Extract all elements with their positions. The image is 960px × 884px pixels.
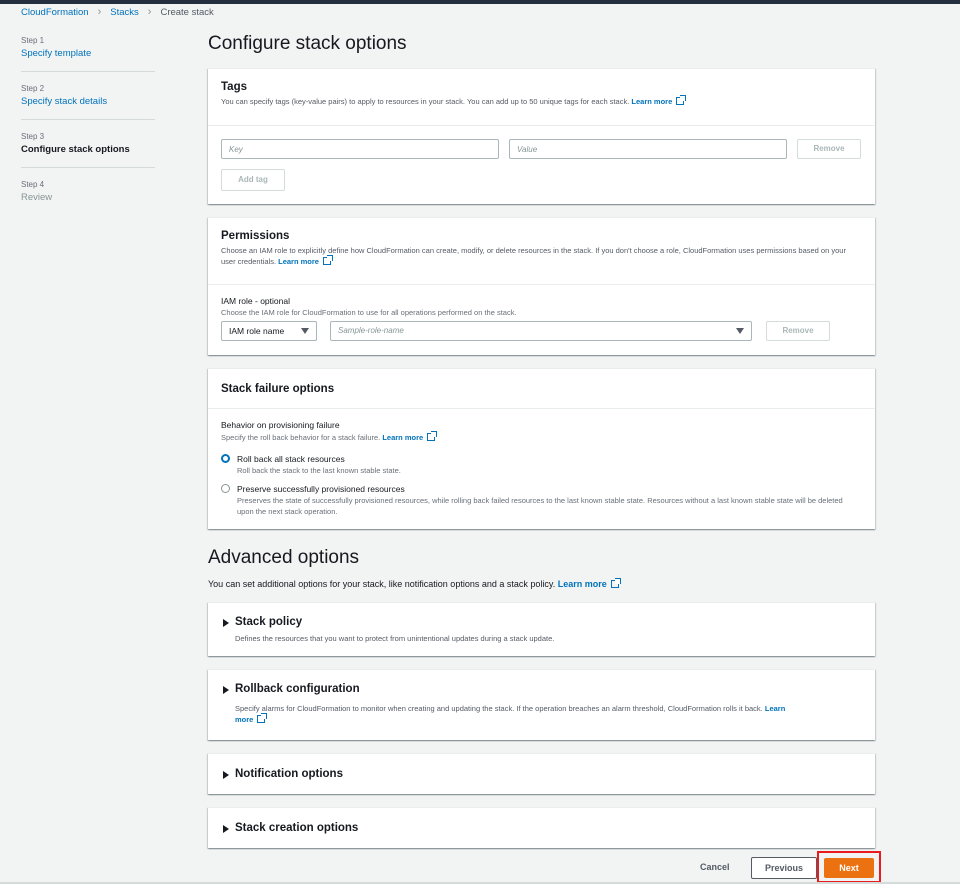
permissions-panel: Permissions Choose an IAM role to explic…: [208, 217, 875, 355]
stack-policy-section[interactable]: Stack policy Defines the resources that …: [208, 602, 875, 656]
iam-role-type-select[interactable]: IAM role name: [221, 321, 317, 341]
tags-title: Tags: [221, 81, 247, 93]
step-number: Step 1: [21, 36, 45, 45]
tags-header: Tags You can specify tags (key-value pai…: [208, 69, 875, 126]
chevron-right-icon: ›: [97, 6, 102, 18]
external-link-icon: [676, 95, 687, 105]
expand-caret-icon: [223, 825, 229, 833]
wizard-steps: Step 1 Specify template Step 2 Specify s…: [21, 36, 155, 227]
rollback-configuration-title[interactable]: Rollback configuration: [235, 683, 360, 695]
stack-creation-options-section[interactable]: Stack creation options: [208, 807, 875, 848]
step-number: Step 3: [21, 132, 45, 141]
stack-policy-description: Defines the resources that you want to p…: [235, 634, 555, 643]
iam-role-name-placeholder: Sample-role-name: [338, 326, 404, 335]
expand-caret-icon: [223, 771, 229, 779]
rollback-desc-text: Specify alarms for CloudFormation to mon…: [235, 704, 763, 713]
notification-options-title[interactable]: Notification options: [235, 768, 343, 780]
step-number: Step 4: [21, 180, 45, 189]
preserve-resources-description: Preserves the state of successfully prov…: [237, 496, 843, 516]
behavior-desc-text: Specify the roll back behavior for a sta…: [221, 433, 381, 442]
tag-remove-button[interactable]: Remove: [797, 139, 861, 159]
stack-failure-header: Stack failure options: [208, 369, 875, 409]
stack-failure-panel: Stack failure options Behavior on provis…: [208, 368, 875, 529]
add-tag-button[interactable]: Add tag: [221, 169, 285, 191]
caret-down-icon: [736, 328, 744, 334]
step-number: Step 2: [21, 84, 45, 93]
cancel-button[interactable]: Cancel: [700, 862, 730, 872]
advanced-desc-text: You can set additional options for your …: [208, 579, 556, 589]
advanced-options-title: Advanced options: [208, 547, 360, 568]
step-3: Step 3 Configure stack options: [21, 132, 155, 168]
advanced-learn-more-link[interactable]: Learn more: [558, 579, 607, 589]
rollback-learn-more-link-a[interactable]: Learn: [765, 704, 785, 713]
permissions-header: Permissions Choose an IAM role to explic…: [208, 218, 875, 285]
rollback-all-label[interactable]: Roll back all stack resources: [237, 454, 345, 464]
permissions-title: Permissions: [221, 230, 290, 242]
tag-key-input[interactable]: Key: [221, 139, 499, 159]
iam-role-label: IAM role - optional: [221, 296, 290, 306]
iam-role-description: Choose the IAM role for CloudFormation t…: [221, 308, 517, 317]
permissions-description: Choose an IAM role to explicitly define …: [221, 245, 862, 267]
tags-learn-more-link[interactable]: Learn more: [631, 97, 672, 106]
tags-description: You can specify tags (key-value pairs) t…: [221, 95, 862, 107]
behavior-description: Specify the roll back behavior for a sta…: [221, 431, 438, 442]
stack-creation-options-title[interactable]: Stack creation options: [235, 822, 358, 834]
external-link-icon: [257, 713, 268, 723]
external-link-icon: [427, 431, 438, 441]
rollback-all-radio[interactable]: [221, 454, 230, 463]
step-4: Step 4 Review: [21, 180, 155, 215]
permissions-learn-more-link[interactable]: Learn more: [278, 257, 319, 266]
iam-role-remove-button[interactable]: Remove: [766, 321, 830, 341]
expand-caret-icon: [223, 619, 229, 627]
notification-options-section[interactable]: Notification options: [208, 753, 875, 794]
breadcrumb-create-stack: Create stack: [160, 6, 214, 18]
top-bar: [0, 0, 960, 4]
step-current-label: Configure stack options: [21, 144, 130, 155]
stack-policy-title[interactable]: Stack policy: [235, 616, 302, 628]
preserve-resources-label[interactable]: Preserve successfully provisioned resour…: [237, 484, 405, 494]
rollback-all-description: Roll back the stack to the last known st…: [237, 466, 401, 475]
advanced-options-description: You can set additional options for your …: [208, 578, 621, 589]
chevron-right-icon: ›: [147, 6, 152, 18]
page-title: Configure stack options: [208, 33, 407, 54]
caret-down-icon: [301, 328, 309, 334]
rollback-configuration-description: Specify alarms for CloudFormation to mon…: [235, 703, 855, 725]
breadcrumb: CloudFormation › Stacks › Create stack: [21, 6, 214, 18]
next-button[interactable]: Next: [824, 858, 874, 878]
external-link-icon: [322, 255, 333, 265]
next-highlight-box: Next: [817, 851, 881, 883]
tags-panel: Tags You can specify tags (key-value pai…: [208, 68, 875, 204]
previous-button[interactable]: Previous: [751, 857, 817, 879]
tags-desc-text: You can specify tags (key-value pairs) t…: [221, 97, 630, 106]
preserve-resources-radio[interactable]: [221, 484, 230, 493]
step-2: Step 2 Specify stack details: [21, 84, 155, 120]
iam-role-name-select[interactable]: Sample-role-name: [330, 321, 752, 341]
step-1: Step 1 Specify template: [21, 36, 155, 72]
iam-role-type-value: IAM role name: [229, 326, 285, 336]
breadcrumb-cloudformation[interactable]: CloudFormation: [21, 7, 89, 18]
stack-failure-title: Stack failure options: [221, 383, 335, 395]
failure-learn-more-link[interactable]: Learn more: [382, 433, 423, 442]
step-label-review: Review: [21, 192, 53, 203]
rollback-learn-more-link-b[interactable]: more: [235, 715, 253, 724]
breadcrumb-stacks[interactable]: Stacks: [110, 7, 139, 18]
rollback-configuration-section[interactable]: Rollback configuration Specify alarms fo…: [208, 669, 875, 740]
tag-value-input[interactable]: Value: [509, 139, 787, 159]
expand-caret-icon: [223, 686, 229, 694]
behavior-label: Behavior on provisioning failure: [221, 420, 340, 430]
step-link-specify-stack-details[interactable]: Specify stack details: [21, 96, 155, 107]
step-link-specify-template[interactable]: Specify template: [21, 48, 155, 59]
external-link-icon: [610, 578, 621, 588]
